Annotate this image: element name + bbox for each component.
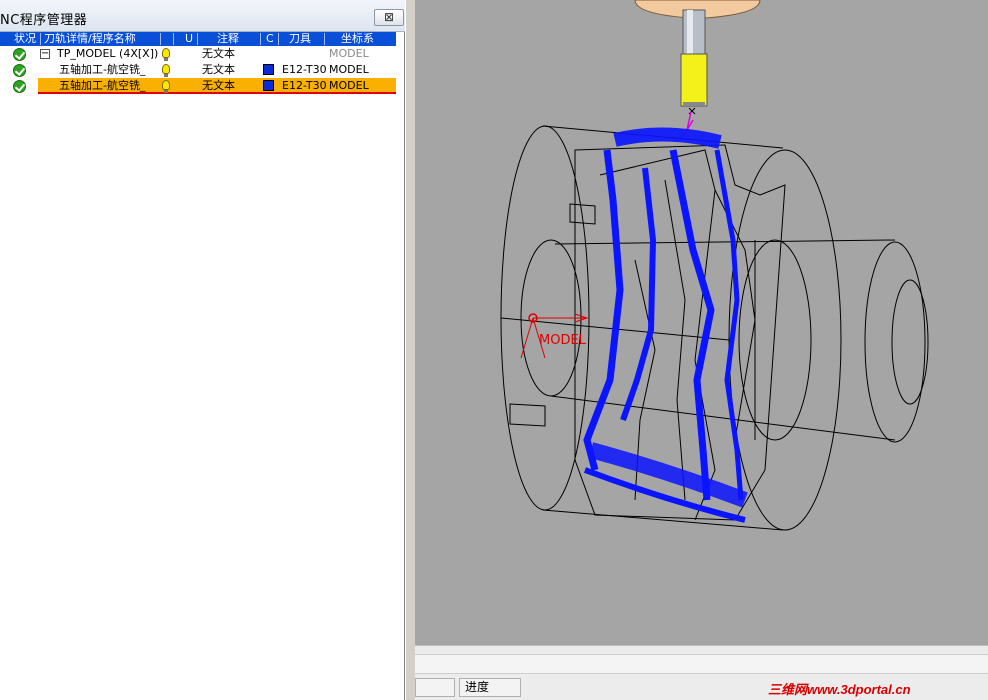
- spindle-holder-icon: [634, 0, 761, 115]
- status-ok-icon: [13, 80, 26, 93]
- status-ok-icon: [13, 64, 26, 77]
- table-row-selected[interactable]: 五轴加工-航空铣_ 无文本 E12-T30 MODEL: [0, 78, 396, 94]
- coord-text: MODEL: [329, 79, 369, 92]
- model-render: MODEL: [500, 0, 929, 531]
- column-separator[interactable]: [197, 33, 198, 45]
- note-text: 无文本: [202, 79, 235, 92]
- operation-name: 五轴加工-航空铣_: [59, 79, 146, 92]
- coord-text: MODEL: [329, 47, 369, 60]
- column-separator[interactable]: [260, 33, 261, 45]
- table-row[interactable]: − TP_MODEL (4X[X]) ( 无文本 MODEL: [0, 46, 396, 62]
- csys-triad: MODEL: [520, 313, 589, 359]
- column-separator[interactable]: [40, 33, 41, 45]
- column-separator[interactable]: [278, 33, 279, 45]
- nc-program-manager-panel: NC程序管理器 ⊠ 状况 刀轨详情/程序名称 U 注释 C 刀具 坐标系 − T…: [0, 0, 405, 700]
- column-separator[interactable]: [173, 33, 174, 45]
- column-separator[interactable]: [160, 33, 161, 45]
- lightbulb-icon: [162, 80, 170, 93]
- operation-name: 五轴加工-航空铣_: [59, 63, 146, 76]
- watermark: 三维网www.3dportal.cn: [768, 682, 911, 697]
- graphics-viewport[interactable]: MODEL: [415, 0, 988, 645]
- column-note[interactable]: 注释: [217, 32, 239, 46]
- collapse-icon[interactable]: −: [40, 49, 50, 59]
- status-ok-icon: [13, 48, 26, 61]
- program-name: TP_MODEL (4X[X]) (: [57, 47, 167, 60]
- column-name[interactable]: 刀轨详情/程序名称: [44, 32, 136, 46]
- tool-text: E12-T30: [282, 63, 327, 76]
- column-status[interactable]: 状况: [14, 32, 36, 46]
- column-c[interactable]: C: [266, 32, 274, 46]
- column-separator[interactable]: [324, 33, 325, 45]
- part-wireframe: [500, 125, 929, 531]
- app-root: NC程序管理器 ⊠ 状况 刀轨详情/程序名称 U 注释 C 刀具 坐标系 − T…: [0, 0, 988, 700]
- column-tool[interactable]: 刀具: [289, 32, 311, 46]
- column-u[interactable]: U: [185, 32, 193, 46]
- coord-text: MODEL: [329, 63, 369, 76]
- column-header: 状况 刀轨详情/程序名称 U 注释 C 刀具 坐标系: [0, 32, 396, 46]
- table-row[interactable]: 五轴加工-航空铣_ 无文本 E12-T30 MODEL: [0, 62, 396, 78]
- prompt-bar: [415, 654, 988, 674]
- close-button[interactable]: ⊠: [374, 9, 404, 26]
- tool-color-icon: [263, 64, 274, 75]
- tool-text: E12-T30: [282, 79, 327, 92]
- panel-splitter[interactable]: [405, 0, 415, 700]
- note-text: 无文本: [202, 47, 235, 60]
- lightbulb-icon: [162, 64, 170, 77]
- panel-title: NC程序管理器: [0, 13, 88, 28]
- toolpath: [583, 127, 748, 523]
- status-cell: [415, 678, 455, 697]
- viewport-bottom-bar: [415, 645, 988, 675]
- tool-color-icon: [263, 80, 274, 91]
- csys-label: MODEL: [539, 333, 587, 348]
- panel-titlebar: NC程序管理器 ⊠: [0, 0, 405, 32]
- lightbulb-icon: [162, 48, 170, 61]
- column-coord[interactable]: 坐标系: [341, 32, 374, 46]
- note-text: 无文本: [202, 63, 235, 76]
- progress-label: 进度: [459, 678, 521, 697]
